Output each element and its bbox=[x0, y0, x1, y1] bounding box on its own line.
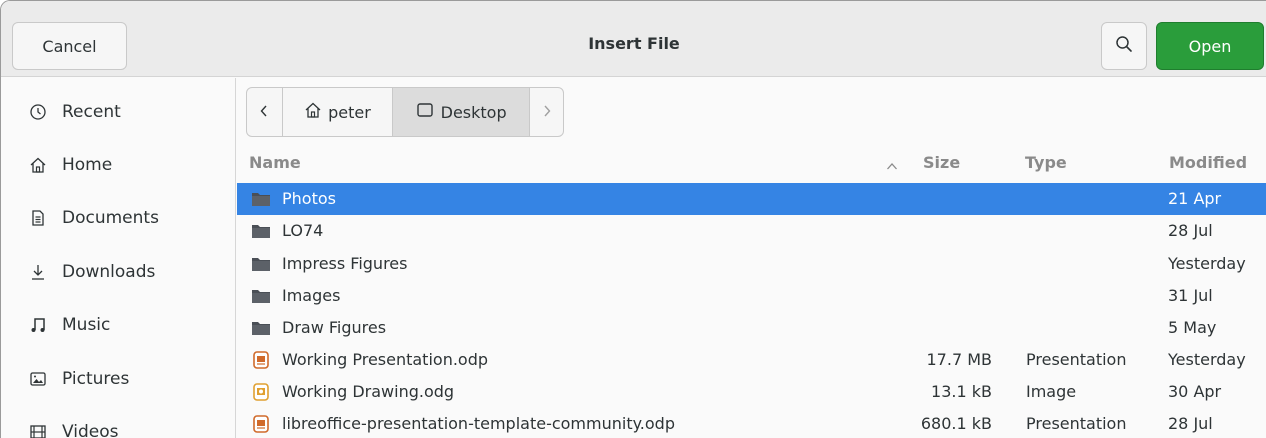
file-name: Images bbox=[282, 286, 341, 305]
path-segment-label: peter bbox=[328, 102, 371, 122]
dialog-title: Insert File bbox=[588, 34, 680, 53]
file-name: Impress Figures bbox=[282, 254, 408, 273]
sidebar-item-label: Downloads bbox=[62, 262, 156, 282]
column-header-name[interactable]: Name bbox=[249, 153, 301, 172]
file-modified: 30 Apr bbox=[1168, 382, 1222, 401]
path-segment-label: Desktop bbox=[440, 102, 507, 122]
picture-icon bbox=[28, 369, 48, 389]
table-row[interactable]: Photos 21 Apr bbox=[237, 183, 1266, 215]
desktop-icon bbox=[416, 102, 434, 122]
file-list-header: Name Size Type Modified bbox=[237, 147, 1266, 179]
document-icon bbox=[28, 208, 48, 228]
file-type: Presentation bbox=[1026, 350, 1127, 369]
table-row[interactable]: Working Drawing.odg 13.1 kB Image 30 Apr bbox=[237, 376, 1266, 408]
table-row[interactable]: Working Presentation.odp 17.7 MB Present… bbox=[237, 344, 1266, 376]
file-name: Working Presentation.odp bbox=[282, 350, 489, 369]
header-bar: Cancel Insert File Open bbox=[1, 1, 1266, 77]
table-row[interactable]: Impress Figures Yesterday bbox=[237, 248, 1266, 280]
search-button[interactable] bbox=[1101, 22, 1147, 70]
file-size: 17.7 MB bbox=[926, 350, 993, 369]
file-name: libreoffice-presentation-template-commun… bbox=[282, 414, 675, 433]
file-modified: 5 May bbox=[1168, 318, 1217, 337]
file-modified: 28 Jul bbox=[1168, 414, 1213, 433]
search-icon bbox=[1115, 35, 1133, 57]
folder-icon bbox=[251, 190, 271, 208]
file-name: Photos bbox=[282, 189, 336, 208]
music-note-icon bbox=[28, 315, 48, 335]
path-bar: peter Desktop bbox=[246, 87, 564, 137]
file-name: Draw Figures bbox=[282, 318, 387, 337]
sidebar-item-label: Pictures bbox=[62, 369, 130, 389]
file-size: 13.1 kB bbox=[931, 382, 992, 401]
file-name: Working Drawing.odg bbox=[282, 382, 455, 401]
folder-icon bbox=[251, 319, 271, 337]
download-icon bbox=[28, 262, 48, 282]
presentation-file-icon bbox=[251, 351, 271, 369]
column-header-type[interactable]: Type bbox=[1025, 153, 1067, 172]
presentation-file-icon bbox=[251, 415, 271, 433]
sidebar-item-pictures[interactable]: Pictures bbox=[1, 359, 235, 399]
file-size: 680.1 kB bbox=[920, 414, 992, 433]
chevron-right-icon bbox=[542, 103, 552, 122]
column-header-modified[interactable]: Modified bbox=[1169, 153, 1247, 172]
drawing-file-icon bbox=[251, 383, 271, 401]
file-modified: 28 Jul bbox=[1168, 221, 1213, 240]
clock-icon bbox=[28, 102, 48, 122]
places-sidebar: Recent Home Documents Downloads Music Pi… bbox=[1, 78, 236, 438]
chevron-left-icon bbox=[259, 103, 269, 122]
film-icon bbox=[28, 422, 48, 438]
file-modified: Yesterday bbox=[1168, 254, 1246, 273]
file-modified: 31 Jul bbox=[1168, 286, 1213, 305]
folder-icon bbox=[251, 287, 271, 305]
table-row[interactable]: LO74 28 Jul bbox=[237, 215, 1266, 247]
sidebar-item-label: Home bbox=[62, 155, 113, 175]
table-row[interactable]: Images 31 Jul bbox=[237, 280, 1266, 312]
file-type: Presentation bbox=[1026, 414, 1127, 433]
sidebar-item-label: Recent bbox=[62, 102, 121, 122]
sidebar-item-recent[interactable]: Recent bbox=[1, 92, 235, 132]
sidebar-item-documents[interactable]: Documents bbox=[1, 198, 235, 238]
table-row[interactable]: Draw Figures 5 May bbox=[237, 312, 1266, 344]
home-icon bbox=[28, 155, 48, 175]
path-segment-desktop[interactable]: Desktop bbox=[393, 88, 531, 136]
sidebar-item-label: Videos bbox=[62, 422, 119, 438]
sidebar-item-music[interactable]: Music bbox=[1, 305, 235, 345]
sidebar-item-home[interactable]: Home bbox=[1, 145, 235, 185]
column-header-size[interactable]: Size bbox=[923, 153, 960, 172]
open-button[interactable]: Open bbox=[1156, 22, 1264, 70]
file-name: LO74 bbox=[282, 221, 324, 240]
file-type: Image bbox=[1026, 382, 1077, 401]
path-forward-button[interactable] bbox=[530, 88, 563, 136]
sort-ascending-icon bbox=[886, 156, 898, 175]
sidebar-item-videos[interactable]: Videos bbox=[1, 412, 235, 438]
file-modified: 21 Apr bbox=[1168, 189, 1222, 208]
home-icon bbox=[304, 101, 322, 123]
sidebar-item-label: Music bbox=[62, 315, 111, 335]
path-segment-home[interactable]: peter bbox=[283, 88, 394, 136]
table-row[interactable]: libreoffice-presentation-template-commun… bbox=[237, 408, 1266, 438]
sidebar-item-downloads[interactable]: Downloads bbox=[1, 252, 235, 292]
insert-file-dialog: Cancel Insert File Open Recent Home Docu bbox=[0, 0, 1266, 438]
file-modified: Yesterday bbox=[1168, 350, 1246, 369]
folder-icon bbox=[251, 255, 271, 273]
folder-icon bbox=[251, 222, 271, 240]
path-back-button[interactable] bbox=[247, 88, 283, 136]
sidebar-item-label: Documents bbox=[62, 208, 159, 228]
